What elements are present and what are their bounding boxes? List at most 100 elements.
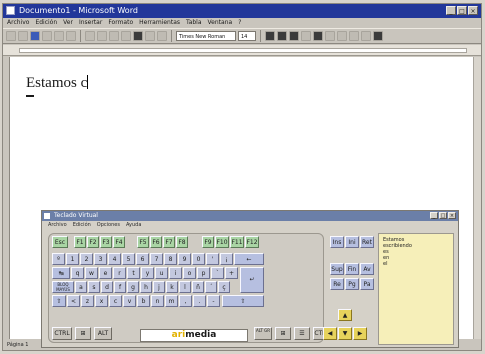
key-alt[interactable]: ALT [94, 327, 112, 340]
key-f7[interactable]: F7 [163, 236, 175, 248]
key-z[interactable]: z [81, 295, 94, 307]
minimize-button[interactable]: _ [446, 6, 456, 15]
key-w[interactable]: w [85, 267, 98, 279]
indent-icon[interactable] [361, 31, 371, 41]
columns-icon[interactable] [157, 31, 167, 41]
key-y[interactable]: y [141, 267, 154, 279]
key-p[interactable]: p [197, 267, 210, 279]
menu-herramientas[interactable]: Herramientas [139, 18, 180, 28]
prediction-item[interactable]: el [383, 261, 453, 267]
keyboard-close-button[interactable]: × [448, 212, 456, 219]
key-backspace[interactable]: ← [234, 253, 264, 265]
key-enye[interactable]: ñ [192, 281, 204, 293]
print-preview-icon[interactable] [54, 31, 64, 41]
save-icon[interactable] [30, 31, 40, 41]
key-f3[interactable]: F3 [100, 236, 112, 248]
keyboard-menu-edicion[interactable]: Edición [73, 221, 91, 230]
key-acute[interactable]: ´ [205, 281, 217, 293]
key-n[interactable]: n [151, 295, 164, 307]
windows-key-icon[interactable]: ⊞ [275, 327, 291, 340]
key-caps-lock[interactable]: BLOQ MAYÚS [52, 281, 74, 293]
italic-icon[interactable] [277, 31, 287, 41]
key-page-down[interactable]: Av [360, 263, 374, 275]
key-esc[interactable]: Esc [52, 236, 68, 248]
key-7[interactable]: 7 [150, 253, 163, 265]
keyboard-menu-archivo[interactable]: Archivo [48, 221, 67, 230]
underline-icon[interactable] [289, 31, 299, 41]
key-f2[interactable]: F2 [87, 236, 99, 248]
menu-ver[interactable]: Ver [63, 18, 73, 28]
horizontal-ruler[interactable] [3, 45, 481, 56]
key-a[interactable]: a [75, 281, 87, 293]
key-o[interactable]: o [183, 267, 196, 279]
key-f4[interactable]: F4 [113, 236, 125, 248]
maximize-button[interactable]: □ [457, 6, 467, 15]
key-tab[interactable]: ↹ [52, 267, 70, 279]
key-2[interactable]: 2 [80, 253, 93, 265]
key-period[interactable]: . [193, 295, 206, 307]
align-center-icon[interactable] [313, 31, 323, 41]
key-insert[interactable]: Ins [330, 236, 344, 248]
key-s[interactable]: s [88, 281, 100, 293]
key-inverted-exclamation[interactable]: ¡ [220, 253, 233, 265]
key-f10[interactable]: F10 [215, 236, 229, 248]
key-f11[interactable]: F11 [230, 236, 244, 248]
key-i[interactable]: i [169, 267, 182, 279]
align-left-icon[interactable] [301, 31, 311, 41]
key-9[interactable]: 9 [178, 253, 191, 265]
redo-icon[interactable] [133, 31, 143, 41]
key-plus[interactable]: + [225, 267, 238, 279]
key-0[interactable]: 0 [192, 253, 205, 265]
key-6[interactable]: 6 [136, 253, 149, 265]
keyboard-menu-opciones[interactable]: Opciones [97, 221, 120, 230]
bullets-icon[interactable] [349, 31, 359, 41]
menu-edicion[interactable]: Edición [35, 18, 57, 28]
key-h[interactable]: h [140, 281, 152, 293]
key-f[interactable]: f [114, 281, 126, 293]
key-f1[interactable]: F1 [74, 236, 86, 248]
menu-tabla[interactable]: Tabla [186, 18, 202, 28]
menu-ventana[interactable]: Ventana [208, 18, 233, 28]
copy-icon[interactable] [97, 31, 107, 41]
key-m[interactable]: m [165, 295, 178, 307]
menu-help[interactable]: ? [238, 18, 241, 28]
close-button[interactable]: × [468, 6, 478, 15]
key-x[interactable]: x [95, 295, 108, 307]
menu-insertar[interactable]: Insertar [79, 18, 102, 28]
table-icon[interactable] [145, 31, 155, 41]
key-5[interactable]: 5 [122, 253, 135, 265]
key-k[interactable]: k [166, 281, 178, 293]
key-j[interactable]: j [153, 281, 165, 293]
new-document-icon[interactable] [6, 31, 16, 41]
key-f5[interactable]: F5 [137, 236, 149, 248]
key-v[interactable]: v [123, 295, 136, 307]
key-1[interactable]: 1 [66, 253, 79, 265]
cut-icon[interactable] [85, 31, 95, 41]
arrow-left-icon[interactable]: ◀ [323, 327, 337, 340]
align-right-icon[interactable] [325, 31, 335, 41]
undo-icon[interactable] [121, 31, 131, 41]
key-nav-pg[interactable]: Pg [345, 278, 359, 290]
key-minus[interactable]: - [207, 295, 220, 307]
key-cedilla[interactable]: ç [218, 281, 230, 293]
key-page-up[interactable]: Ret [360, 236, 374, 248]
key-nav-pa[interactable]: Pa [360, 278, 374, 290]
key-e[interactable]: e [99, 267, 112, 279]
key-b[interactable]: b [137, 295, 150, 307]
key-u[interactable]: u [155, 267, 168, 279]
key-end[interactable]: Fin [345, 263, 359, 275]
key-4[interactable]: 4 [108, 253, 121, 265]
key-delete[interactable]: Sup [330, 263, 344, 275]
key-t[interactable]: t [127, 267, 140, 279]
keyboard-menu-ayuda[interactable]: Ayuda [126, 221, 141, 230]
key-f6[interactable]: F6 [150, 236, 162, 248]
key-q[interactable]: q [71, 267, 84, 279]
key-alt-gr[interactable]: ALT GR [254, 327, 272, 340]
key-shift-left[interactable]: ⇧ [52, 295, 66, 307]
key-ctrl-left[interactable]: CTRL [52, 327, 72, 340]
windows-key-icon[interactable]: ⊞ [75, 327, 91, 340]
menu-formato[interactable]: Formato [108, 18, 133, 28]
key-c[interactable]: c [109, 295, 122, 307]
key-home[interactable]: Ini [345, 236, 359, 248]
menu-key-icon[interactable]: ☰ [294, 327, 310, 340]
